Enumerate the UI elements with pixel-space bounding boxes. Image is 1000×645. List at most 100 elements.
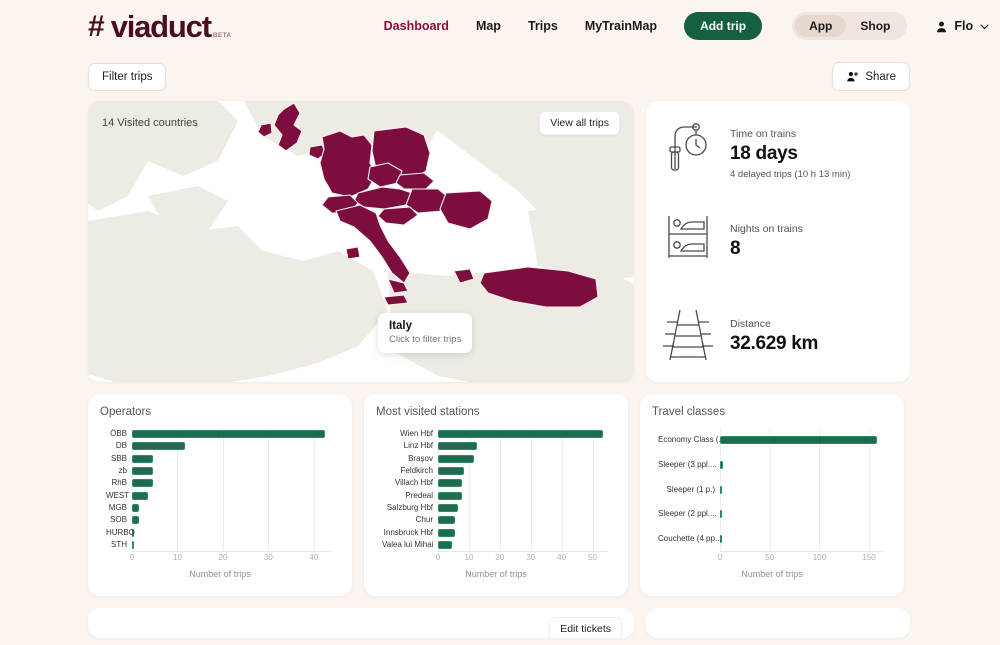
map-card-toolbar: 14 Visited countries View all trips [88, 111, 634, 135]
bar-category-label: Sleeper (3 ppl.... [658, 459, 717, 469]
bar[interactable] [132, 516, 140, 525]
share-button[interactable]: Share [832, 62, 910, 91]
bar[interactable] [438, 430, 604, 439]
map-tooltip: Italy Click to filter trips [378, 313, 473, 353]
bar[interactable] [438, 540, 453, 549]
bar-row[interactable]: Wien Hbf [400, 430, 608, 439]
filter-trips-button[interactable]: Filter trips [88, 62, 167, 91]
bar-category-label: Economy Class (... [658, 435, 726, 445]
bar-row[interactable]: Villach Hbf [395, 479, 608, 488]
bar[interactable] [132, 503, 139, 512]
bar[interactable] [132, 467, 153, 476]
x-axis-title: Number of trips [189, 569, 251, 579]
toggle-option-shop[interactable]: Shop [846, 15, 904, 37]
nav-item-map[interactable]: Map [476, 19, 501, 33]
toggle-option-app[interactable]: App [795, 15, 847, 37]
bar[interactable] [132, 442, 186, 451]
bar-category-label: WEST [106, 490, 130, 500]
chevron-down-icon [980, 24, 989, 29]
dashboard-toolbar: Filter trips Share [0, 52, 1000, 91]
x-axis-tick-label: 0 [129, 553, 135, 562]
view-all-trips-button[interactable]: View all trips [539, 111, 620, 135]
bar[interactable] [132, 540, 135, 549]
plot-area: Wien Hbf Linz Hbf Braşov Feldkirch Villach H… [382, 428, 608, 551]
summary-stats-card: Time on trains 18 days 4 delayed trips (… [646, 101, 910, 382]
bar[interactable] [438, 491, 463, 500]
bar-category-label: DB [115, 441, 127, 451]
bar-row[interactable]: Feldkirch [401, 467, 608, 476]
dashboard-row-3: Edit tickets [0, 596, 1000, 638]
bar-category-label: SOB [110, 515, 127, 525]
operators-chart[interactable]: ÖBB DB SBB zb RhB WEST MGB SOB HURBO STH 0 10 20 30 40… [100, 424, 340, 579]
bar-row[interactable]: Sleeper (3 ppl.... [658, 460, 884, 469]
bar-category-label: Innsbruck Hbf [383, 527, 433, 537]
bar-row[interactable]: RhB [111, 479, 332, 488]
bar-row[interactable]: STH [111, 540, 332, 549]
add-trip-button[interactable]: Add trip [684, 12, 763, 40]
x-axis-line [438, 551, 608, 552]
nav-item-mytrainmap[interactable]: MyTrainMap [585, 19, 657, 33]
bar-row[interactable]: Linz Hbf [404, 442, 608, 451]
bar-category-label: Valea lui Mihai [382, 539, 434, 549]
x-axis-tick-label: 150 [862, 553, 876, 562]
bar-row[interactable]: Couchette (4 pp... [658, 534, 884, 543]
bar[interactable] [720, 510, 722, 519]
logo-hash-icon: # [88, 9, 105, 43]
bar-row[interactable]: Innsbruck Hbf [384, 528, 608, 537]
travel-classes-chart[interactable]: Economy Class (... Sleeper (3 ppl.... Slee… [652, 424, 892, 579]
bar-category-label: Sleeper (2 ppl.... [658, 509, 717, 519]
bar[interactable] [132, 479, 153, 488]
x-axis-tick-label: 0 [717, 553, 723, 562]
logo-wordmark: viaduct [110, 8, 212, 44]
bar-row[interactable]: HURBO [106, 528, 332, 537]
x-axis-line [132, 551, 332, 552]
filter-trips-label: Filter trips [102, 70, 153, 83]
bar-row[interactable]: Predeal [405, 491, 608, 500]
edit-tickets-button[interactable]: Edit tickets [549, 617, 622, 638]
bar[interactable] [438, 467, 465, 476]
bar-row[interactable]: SOB [110, 516, 332, 525]
visited-countries-map-card: 14 Visited countries View all trips Ital… [88, 101, 634, 382]
bar[interactable] [438, 479, 463, 488]
stat-time-body: Time on trains 18 days 4 delayed trips (… [730, 117, 850, 180]
x-axis-ticks: 0 10 20 30 40 [129, 553, 332, 565]
bar-category-label: Braşov [408, 453, 433, 463]
viaduct-logo[interactable]: # viaduct BETA [88, 11, 232, 42]
bar-row[interactable]: MGB [109, 503, 332, 512]
bar-row[interactable]: Salzburg Hbf [387, 503, 608, 512]
x-axis-tick-label: 40 [557, 553, 567, 562]
bar[interactable] [132, 454, 153, 463]
bar-row[interactable]: Sleeper (1 p.) [667, 485, 884, 494]
bar-row[interactable]: WEST [106, 491, 332, 500]
bar[interactable] [720, 460, 723, 469]
bar[interactable] [438, 516, 456, 525]
bar-row[interactable]: DB [116, 442, 332, 451]
bar-category-label: zb [118, 466, 127, 476]
bar[interactable] [438, 503, 459, 512]
bar[interactable] [720, 436, 878, 445]
stat-distance-value: 32.629 km [730, 333, 819, 354]
bar-row[interactable]: ÖBB [110, 430, 332, 439]
bar-row[interactable]: Chur [416, 516, 608, 525]
bar[interactable] [438, 528, 456, 537]
bar[interactable] [438, 442, 477, 451]
europe-map[interactable] [88, 101, 634, 382]
bar-row[interactable]: Valea lui Mihai [382, 540, 608, 549]
bar-row[interactable]: zb [119, 467, 332, 476]
bar-row[interactable]: Braşov [408, 454, 608, 463]
bar[interactable] [132, 430, 326, 439]
bar-row[interactable]: Sleeper (2 ppl.... [658, 510, 884, 519]
stat-distance: Distance 32.629 km [660, 307, 896, 382]
bar[interactable] [132, 491, 149, 500]
bar-row[interactable]: Economy Class (... [658, 436, 884, 445]
nav-item-dashboard[interactable]: Dashboard [384, 19, 449, 33]
bar-row[interactable]: SBB [111, 454, 332, 463]
x-axis-tick-label: 30 [526, 553, 536, 562]
user-menu[interactable]: Flo [935, 19, 990, 33]
stations-chart[interactable]: Wien Hbf Linz Hbf Braşov Feldkirch Villach H… [376, 424, 616, 579]
x-axis-line [720, 551, 884, 552]
bar[interactable] [720, 485, 722, 494]
nav-item-trips[interactable]: Trips [528, 19, 558, 33]
travel-classes-chart-card: Travel classes Economy Class (... Sleeper… [640, 394, 904, 596]
bar[interactable] [438, 454, 474, 463]
